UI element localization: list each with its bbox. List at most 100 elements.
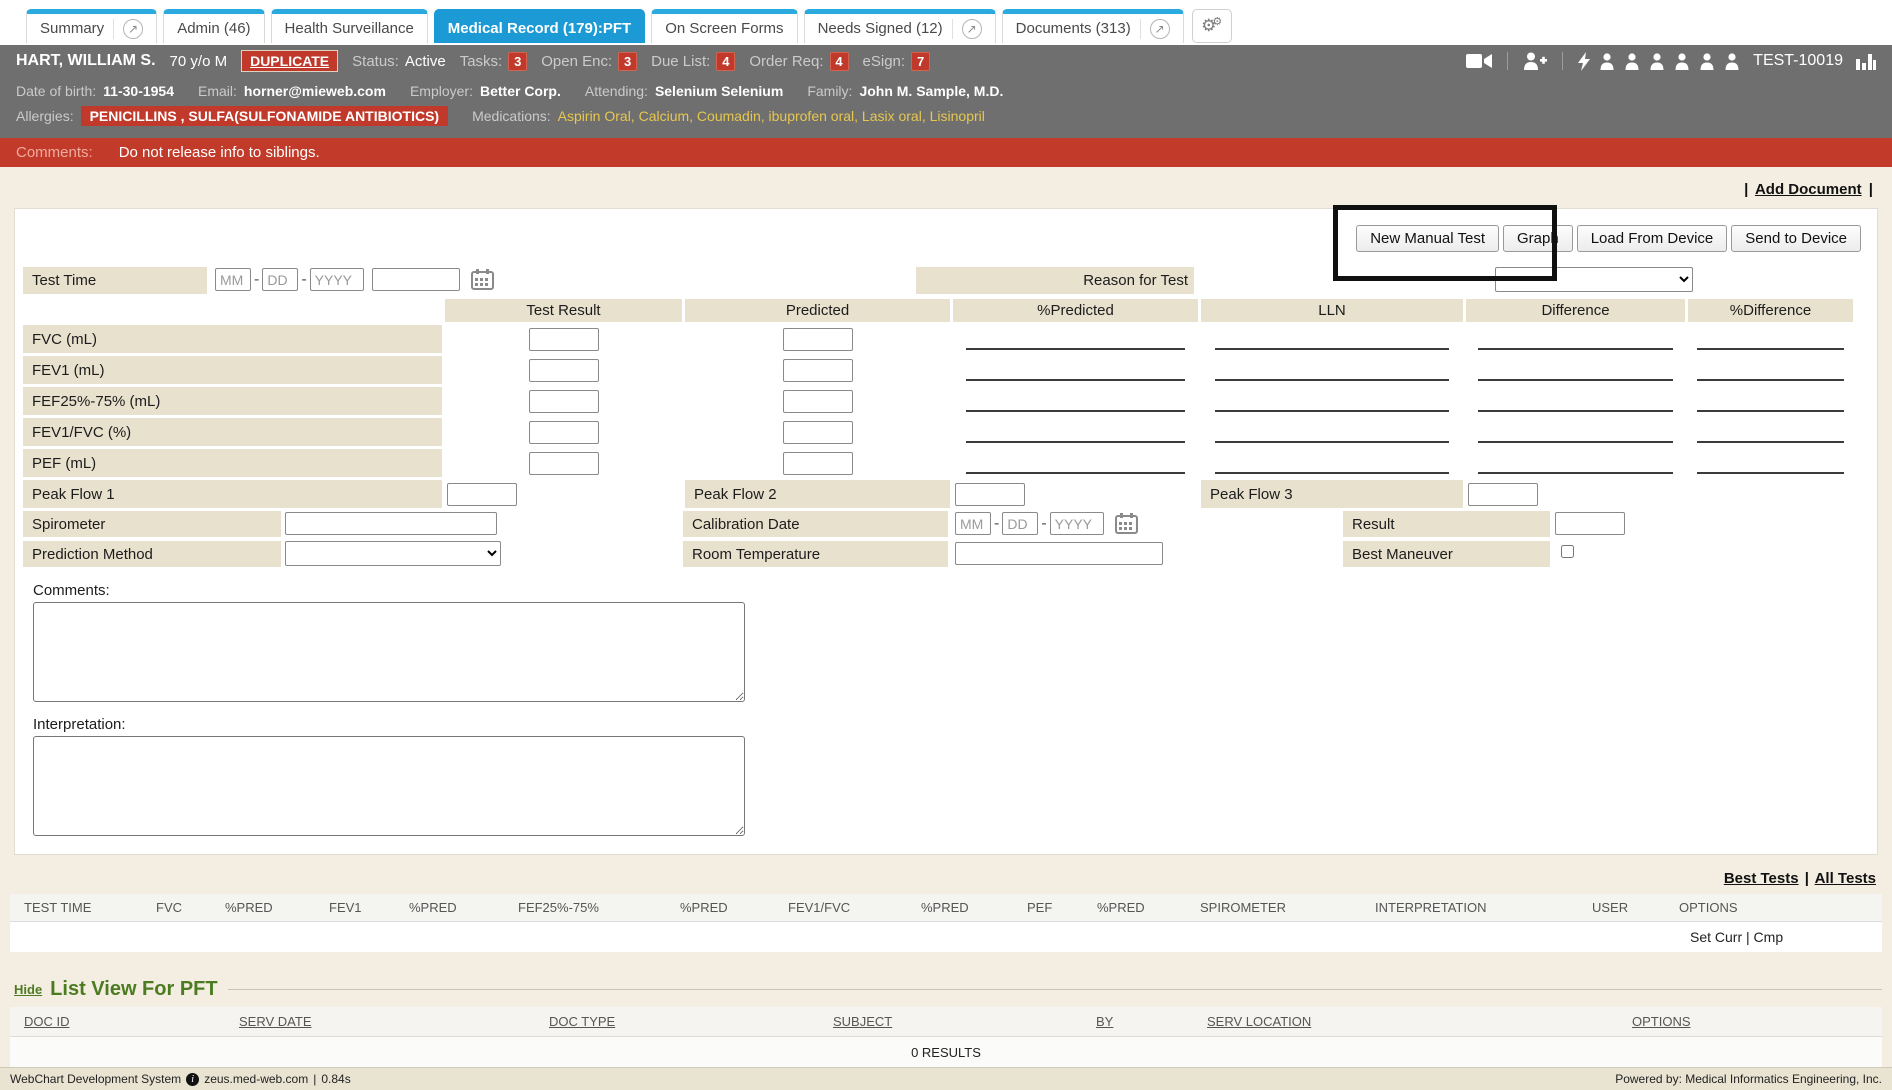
prediction-method-select[interactable] xyxy=(285,541,501,566)
email-value[interactable]: horner@mieweb.com xyxy=(244,83,386,99)
col-serv-location[interactable]: SERV LOCATION xyxy=(1207,1014,1632,1029)
external-link-icon[interactable]: ↗ xyxy=(123,19,143,39)
best-tests-link[interactable]: Best Tests xyxy=(1724,870,1799,887)
tab-needs-signed[interactable]: Needs Signed (12) ↗ xyxy=(804,9,996,43)
esign-count-badge[interactable]: 7 xyxy=(911,52,930,71)
calendar-icon[interactable] xyxy=(1115,513,1138,534)
row-label-fef25-75: FEF25%-75% (mL) xyxy=(23,387,442,415)
settings-button[interactable]: ⚙ ⚙ xyxy=(1192,9,1232,43)
col-doc-type[interactable]: DOC TYPE xyxy=(549,1014,833,1029)
fev1-fvc-test-result-input[interactable] xyxy=(529,421,599,444)
allergies-badge[interactable]: PENICILLINS , SULFA(SULFONAMIDE ANTIBIOT… xyxy=(81,106,448,126)
due-list-count-badge[interactable]: 4 xyxy=(716,52,735,71)
order-req-count-badge[interactable]: 4 xyxy=(830,52,849,71)
fev1-fvc-predicted-input[interactable] xyxy=(783,421,853,444)
person-icon[interactable] xyxy=(1699,53,1715,70)
tab-medical-record[interactable]: Medical Record (179):PFT xyxy=(434,9,645,43)
page-content: | Add Document | New Manual Test Graph L… xyxy=(0,167,1892,1067)
external-link-icon[interactable]: ↗ xyxy=(962,19,982,39)
form-comments-textarea[interactable] xyxy=(33,602,745,702)
col-pct-pred-3: %PRED xyxy=(678,900,786,915)
column-header-pct-difference: %Difference xyxy=(1688,299,1853,322)
send-to-device-button[interactable]: Send to Device xyxy=(1731,225,1861,252)
bar-chart-icon[interactable] xyxy=(1856,52,1876,70)
person-icon[interactable] xyxy=(1674,53,1690,70)
video-camera-icon[interactable] xyxy=(1466,53,1492,69)
reason-for-test-select[interactable] xyxy=(1495,267,1693,292)
all-tests-link[interactable]: All Tests xyxy=(1815,870,1876,887)
value-line xyxy=(1697,410,1844,412)
add-person-icon[interactable] xyxy=(1523,52,1547,70)
col-subject[interactable]: SUBJECT xyxy=(833,1014,1096,1029)
person-icon[interactable] xyxy=(1624,53,1640,70)
person-icon[interactable] xyxy=(1649,53,1665,70)
result-input[interactable] xyxy=(1555,512,1625,535)
tests-links-row: Best Tests | All Tests xyxy=(0,855,1892,894)
esign-label: eSign: xyxy=(863,53,906,70)
pef-test-result-input[interactable] xyxy=(529,452,599,475)
footer-app-name: WebChart Development System xyxy=(10,1072,181,1086)
graph-button[interactable]: Graph xyxy=(1503,225,1573,252)
fef25-75-predicted-input[interactable] xyxy=(783,390,853,413)
fvc-predicted-input[interactable] xyxy=(783,328,853,351)
room-temperature-input[interactable] xyxy=(955,542,1163,565)
calibration-year-input[interactable] xyxy=(1050,512,1104,535)
fvc-test-result-input[interactable] xyxy=(529,328,599,351)
col-doc-id[interactable]: DOC ID xyxy=(24,1014,239,1029)
tab-documents[interactable]: Documents (313) ↗ xyxy=(1002,9,1184,43)
due-list-label: Due List: xyxy=(651,53,710,70)
duplicate-badge[interactable]: DUPLICATE xyxy=(241,50,338,72)
best-maneuver-checkbox[interactable] xyxy=(1561,545,1574,558)
cmp-link[interactable]: Cmp xyxy=(1754,929,1784,945)
add-document-link[interactable]: Add Document xyxy=(1755,181,1862,198)
set-curr-link[interactable]: Set Curr xyxy=(1690,929,1742,945)
hide-link[interactable]: Hide xyxy=(14,982,42,997)
medications-list[interactable]: Aspirin Oral, Calcium, Coumadin, ibuprof… xyxy=(558,108,985,124)
test-time-time-input[interactable] xyxy=(372,268,460,291)
results-count: 0 RESULTS xyxy=(911,1045,981,1060)
load-from-device-button[interactable]: Load From Device xyxy=(1577,225,1728,252)
col-interpretation: INTERPRETATION xyxy=(1373,900,1590,915)
value-line xyxy=(966,379,1184,381)
results-entry-grid: Test Result Predicted %Predicted LLN Dif… xyxy=(23,299,1877,508)
peak-flow-2-input[interactable] xyxy=(955,483,1025,506)
value-line xyxy=(1697,379,1844,381)
spirometer-input[interactable] xyxy=(285,512,497,535)
tasks-count-badge[interactable]: 3 xyxy=(508,52,527,71)
lightning-icon[interactable] xyxy=(1578,52,1590,71)
col-user: USER xyxy=(1590,900,1677,915)
new-manual-test-button[interactable]: New Manual Test xyxy=(1356,225,1499,252)
open-enc-count-badge[interactable]: 3 xyxy=(618,52,637,71)
tab-health-surveillance[interactable]: Health Surveillance xyxy=(271,9,428,43)
horizontal-rule xyxy=(228,989,1882,990)
info-icon[interactable]: i xyxy=(186,1073,199,1086)
peak-flow-3-input[interactable] xyxy=(1468,483,1538,506)
patient-demographics: Date of birth: 11-30-1954 Email: horner@… xyxy=(0,78,1892,138)
column-header-pct-predicted: %Predicted xyxy=(953,299,1198,322)
col-serv-date[interactable]: SERV DATE xyxy=(239,1014,549,1029)
tab-on-screen-forms[interactable]: On Screen Forms xyxy=(651,9,797,43)
col-options[interactable]: OPTIONS xyxy=(1632,1014,1752,1029)
peak-flow-1-input[interactable] xyxy=(447,483,517,506)
fev1-predicted-input[interactable] xyxy=(783,359,853,382)
col-by[interactable]: BY xyxy=(1096,1014,1207,1029)
date-separator: - xyxy=(994,515,999,533)
interpretation-textarea[interactable] xyxy=(33,736,745,836)
fef25-75-test-result-input[interactable] xyxy=(529,390,599,413)
external-link-icon[interactable]: ↗ xyxy=(1150,19,1170,39)
gear-small-icon: ⚙ xyxy=(1212,15,1222,28)
person-icon[interactable] xyxy=(1599,53,1615,70)
pipe: | xyxy=(1744,181,1748,198)
col-fvc: FVC xyxy=(154,900,223,915)
person-icon[interactable] xyxy=(1724,53,1740,70)
calibration-day-input[interactable] xyxy=(1002,512,1038,535)
test-time-day-input[interactable] xyxy=(262,268,298,291)
calibration-month-input[interactable] xyxy=(955,512,991,535)
tab-admin[interactable]: Admin (46) xyxy=(163,9,264,43)
test-time-month-input[interactable] xyxy=(215,268,251,291)
test-time-year-input[interactable] xyxy=(310,268,364,291)
pef-predicted-input[interactable] xyxy=(783,452,853,475)
calendar-icon[interactable] xyxy=(471,269,494,290)
tab-summary[interactable]: Summary ↗ xyxy=(26,9,157,43)
fev1-test-result-input[interactable] xyxy=(529,359,599,382)
